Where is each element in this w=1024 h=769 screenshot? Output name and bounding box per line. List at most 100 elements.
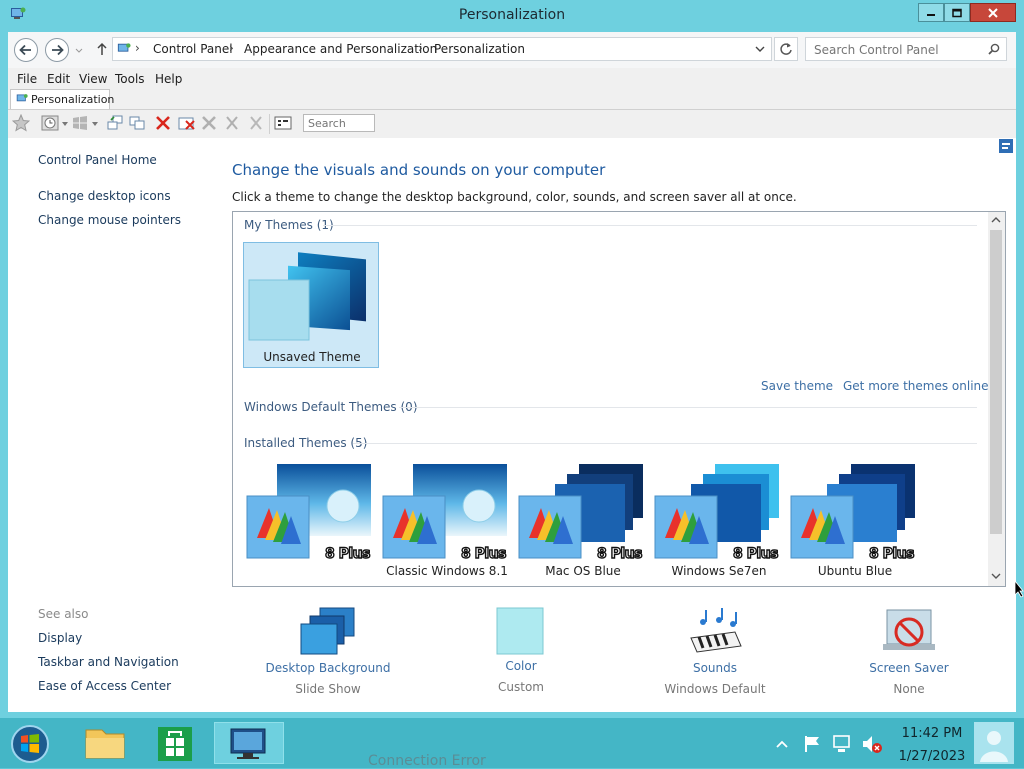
sounds-label[interactable]: Sounds <box>645 661 785 675</box>
control-panel-home-link[interactable]: Control Panel Home <box>38 153 157 167</box>
search-control-panel-input[interactable] <box>812 42 986 58</box>
installed-theme-tile[interactable]: 8 Plus Classic Windows 8.1 <box>379 460 515 584</box>
breadcrumb-control-panel[interactable]: Control Panel <box>153 42 233 56</box>
copy-to-icon[interactable] <box>128 114 146 132</box>
theme-preview-image <box>248 252 366 341</box>
dropdown-arrow-icon[interactable] <box>92 122 98 126</box>
page-heading: Change the visuals and sounds on your co… <box>232 161 606 179</box>
store-bag-icon <box>158 727 192 761</box>
title-bar[interactable]: Personalization <box>0 0 1024 32</box>
menu-help[interactable]: Help <box>155 72 182 86</box>
tab-personalization[interactable]: Personalization <box>10 89 114 109</box>
delete-window-icon[interactable] <box>178 114 196 132</box>
help-icon[interactable] <box>998 138 1014 154</box>
my-themes-label: My Themes (1) <box>244 218 334 232</box>
menu-tools[interactable]: Tools <box>115 72 145 86</box>
clock-date[interactable]: 1/27/2023 <box>890 749 974 764</box>
favorite-star-icon[interactable] <box>12 114 30 132</box>
theme-label: Ubuntu Blue <box>817 564 893 578</box>
scroll-up-icon[interactable] <box>991 216 1001 224</box>
desktop-background-label[interactable]: Desktop Background <box>258 661 398 675</box>
taskbar-store[interactable] <box>144 722 206 764</box>
screen-saver-label[interactable]: Screen Saver <box>839 661 979 675</box>
clock-time[interactable]: 11:42 PM <box>890 726 974 741</box>
theme-badge: 8 Plus <box>460 545 507 562</box>
start-button[interactable] <box>6 722 58 764</box>
tab-label: Personalization <box>31 93 115 106</box>
toolbar-search-box[interactable] <box>303 114 376 132</box>
installed-theme-tile[interactable]: 8 Plus Windows Se7en <box>651 460 787 584</box>
taskbar-control-panel[interactable] <box>214 722 284 764</box>
scroll-down-icon[interactable] <box>991 572 1001 580</box>
minimize-icon <box>927 13 935 16</box>
see-also-label: See also <box>38 607 89 621</box>
back-button[interactable] <box>14 38 38 62</box>
chevron-down-icon[interactable] <box>755 45 765 53</box>
sounds-item[interactable]: Sounds Windows Default <box>645 606 785 696</box>
desktop-background-item[interactable]: Desktop Background Slide Show <box>258 606 398 696</box>
breadcrumb-personalization[interactable]: Personalization <box>434 42 525 56</box>
desktop-background-icon <box>300 607 355 655</box>
scrollbar-thumb[interactable] <box>990 230 1002 534</box>
up-arrow-icon[interactable] <box>96 42 108 56</box>
search-control-panel-box[interactable] <box>805 37 1007 61</box>
theme-list-scrollbar[interactable] <box>988 212 1005 586</box>
clear-icon[interactable] <box>247 114 265 132</box>
change-desktop-icons-link[interactable]: Change desktop icons <box>38 189 171 203</box>
color-item[interactable]: Color Custom <box>451 606 591 694</box>
user-avatar[interactable] <box>974 722 1014 764</box>
remove-icon[interactable] <box>200 114 218 132</box>
minimize-button[interactable] <box>918 3 944 22</box>
save-theme-link[interactable]: Save theme <box>761 379 833 393</box>
address-bar[interactable]: › Control Panel › Appearance and Persona… <box>112 37 772 61</box>
forward-arrow-icon <box>52 44 64 56</box>
show-hidden-icons-chevron-icon[interactable] <box>776 740 788 748</box>
recent-locations-chevron-icon[interactable] <box>75 47 83 55</box>
cut-icon[interactable] <box>223 114 241 132</box>
close-button[interactable] <box>970 3 1016 22</box>
theme-label: Classic Windows 8.1 <box>386 564 508 578</box>
screen-saver-item[interactable]: Screen Saver None <box>839 606 979 696</box>
view-options-icon[interactable] <box>274 114 292 132</box>
restore-button[interactable] <box>944 3 970 22</box>
refresh-button[interactable] <box>774 37 798 61</box>
mouse-cursor-icon <box>1014 580 1024 598</box>
ease-of-access-link[interactable]: Ease of Access Center <box>38 679 171 693</box>
delete-x-icon[interactable] <box>154 114 172 132</box>
installed-theme-tile[interactable]: 8 Plus <box>243 460 379 584</box>
taskbar-navigation-link[interactable]: Taskbar and Navigation <box>38 655 179 669</box>
menu-file[interactable]: File <box>17 72 37 86</box>
toolbar-search-input[interactable] <box>306 116 376 131</box>
volume-muted-icon[interactable] <box>860 733 884 755</box>
color-label[interactable]: Color <box>451 659 591 673</box>
installed-theme-tile[interactable]: 8 Plus Mac OS Blue <box>515 460 651 584</box>
control-panel-icon <box>230 728 266 759</box>
action-center-flag-icon[interactable] <box>803 734 823 754</box>
move-to-icon[interactable] <box>106 114 124 132</box>
change-mouse-pointers-link[interactable]: Change mouse pointers <box>38 213 181 227</box>
menu-edit[interactable]: Edit <box>47 72 70 86</box>
breadcrumb-appearance[interactable]: Appearance and Personalization <box>244 42 437 56</box>
navigation-bar: › Control Panel › Appearance and Persona… <box>8 32 1016 68</box>
theme-badge: 8 Plus <box>732 545 779 562</box>
section-divider <box>353 443 977 444</box>
menu-view[interactable]: View <box>79 72 107 86</box>
color-value: Custom <box>498 680 544 694</box>
forward-button[interactable] <box>45 38 69 62</box>
window-client: › Control Panel › Appearance and Persona… <box>8 32 1016 712</box>
desktop-background-value: Slide Show <box>295 682 361 696</box>
get-more-themes-link[interactable]: Get more themes online <box>843 379 989 393</box>
installed-theme-tile[interactable]: 8 Plus Ubuntu Blue <box>787 460 923 584</box>
theme-label: Unsaved Theme <box>263 350 361 364</box>
section-divider <box>399 407 977 408</box>
windows-flag-icon[interactable] <box>71 114 89 132</box>
taskbar-file-explorer[interactable] <box>74 722 136 764</box>
dropdown-arrow-icon[interactable] <box>62 122 68 126</box>
screen-saver-value: None <box>893 682 925 696</box>
history-clock-icon[interactable] <box>41 114 59 132</box>
search-icon[interactable] <box>988 43 1000 55</box>
network-icon[interactable] <box>831 733 853 755</box>
sounds-value: Windows Default <box>664 682 766 696</box>
display-link[interactable]: Display <box>38 631 82 645</box>
unsaved-theme-tile[interactable]: Unsaved Theme <box>243 242 379 368</box>
